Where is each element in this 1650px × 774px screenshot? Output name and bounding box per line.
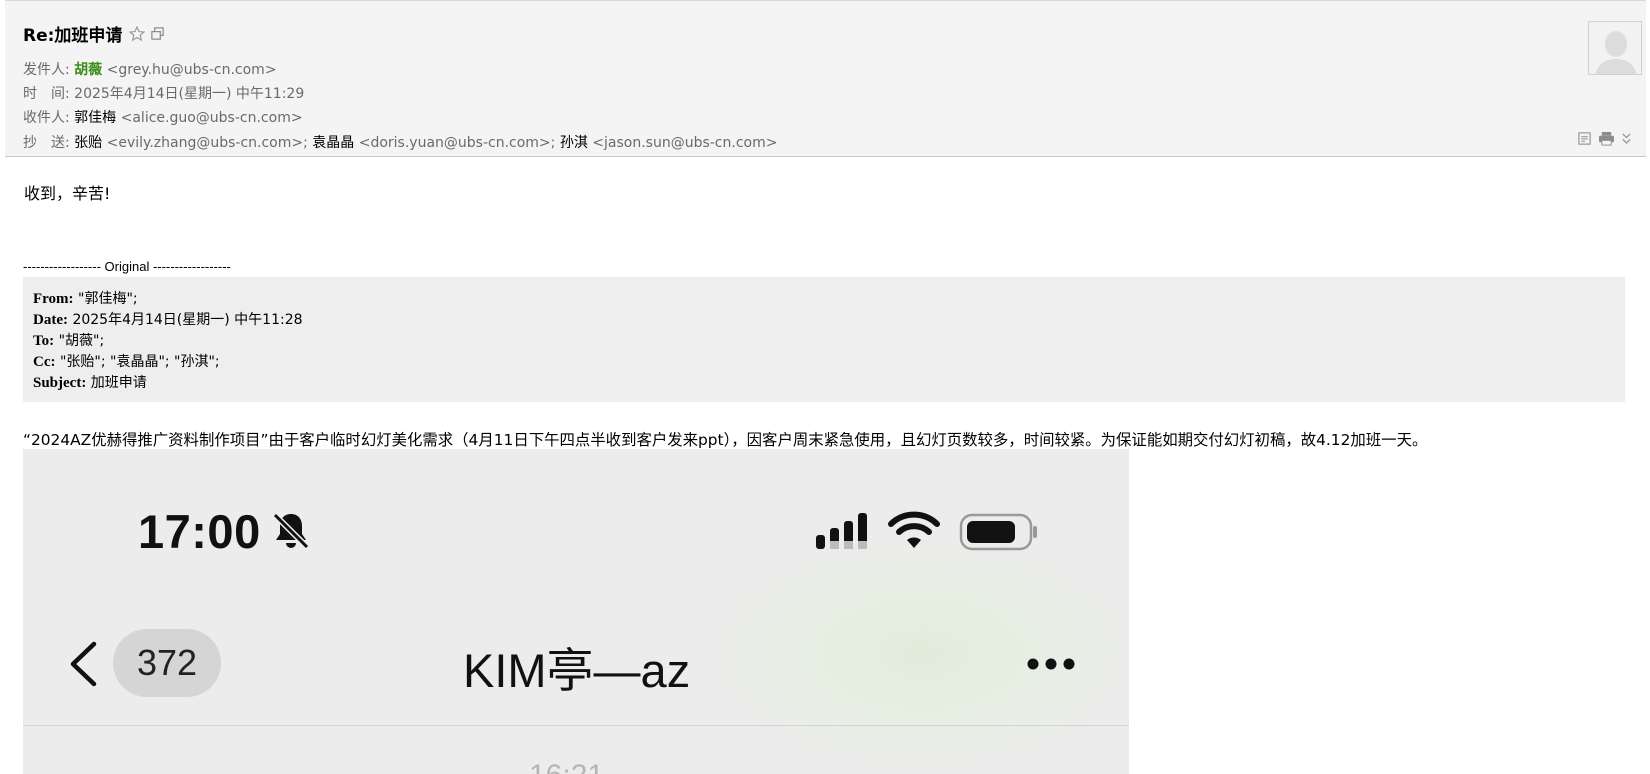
from-row: 发件人: 胡薇 <grey.hu@ubs-cn.com>: [23, 59, 277, 79]
header-tools: [1577, 131, 1632, 146]
expand-icon[interactable]: [1621, 131, 1632, 146]
reply-greeting: 收到，辛苦!: [24, 184, 111, 203]
cc-label: 抄 送:: [23, 135, 70, 151]
from-name[interactable]: 胡薇: [74, 62, 102, 78]
from-address[interactable]: <grey.hu@ubs-cn.com>: [107, 62, 277, 78]
battery-icon: [959, 513, 1039, 555]
message-paragraph: “2024AZ优赫得推广资料制作项目”由于客户临时幻灯美化需求（4月11日下午四…: [23, 431, 1428, 449]
message-timestamp: 16:21: [529, 759, 604, 774]
new-window-icon[interactable]: [150, 26, 165, 41]
quote-date-line: Date: 2025年4月14日(星期一) 中午11:28: [33, 310, 1615, 331]
more-icon[interactable]: [1026, 656, 1076, 675]
cc-row: 抄 送: 张贻 <evily.zhang@ubs-cn.com>; 袁晶晶 <d…: [23, 132, 777, 152]
quote-to-value: "胡薇";: [58, 333, 105, 349]
view-icon[interactable]: [1577, 131, 1592, 146]
background-glow: [713, 539, 1129, 769]
quote-date-value: 2025年4月14日(星期一) 中午11:28: [72, 312, 303, 328]
cc-name-1[interactable]: 张贻: [74, 135, 102, 151]
print-icon[interactable]: [1598, 131, 1615, 146]
unread-count-badge[interactable]: 372: [113, 629, 221, 697]
quote-cc-line: Cc: "张贻"; "袁晶晶"; "孙淇";: [33, 352, 1615, 373]
cc-name-2[interactable]: 袁晶晶: [312, 135, 354, 151]
quote-from-line: From: "郭佳梅";: [33, 289, 1615, 310]
phone-status-time: 17:00: [138, 505, 261, 558]
mail-header: Re:加班申请 发件人: 胡薇 <grey.hu@ubs-cn.com> 时 间…: [5, 0, 1646, 157]
quote-cc-label: Cc:: [33, 354, 56, 370]
from-label: 发件人:: [23, 62, 70, 78]
time-row: 时 间: 2025年4月14日(星期一) 中午11:29: [23, 83, 304, 103]
quote-subject-value: 加班申请: [90, 375, 147, 391]
to-label: 收件人:: [23, 110, 70, 126]
time-label: 时 间:: [23, 86, 70, 102]
quoted-header: From: "郭佳梅"; Date: 2025年4月14日(星期一) 中午11:…: [23, 277, 1625, 402]
subject-line: Re:加班申请: [23, 21, 165, 46]
cc-address-1[interactable]: <evily.zhang@ubs-cn.com>;: [107, 135, 308, 151]
bell-off-icon: [271, 510, 311, 556]
to-address[interactable]: <alice.guo@ubs-cn.com>: [121, 110, 303, 126]
star-icon[interactable]: [128, 25, 146, 43]
avatar[interactable]: [1588, 21, 1642, 75]
attached-phone-screenshot[interactable]: 17:00 372 KIM亭—az: [23, 449, 1129, 774]
chat-title: KIM亭—az: [463, 644, 691, 697]
quote-from-label: From:: [33, 291, 74, 307]
to-row: 收件人: 郭佳梅 <alice.guo@ubs-cn.com>: [23, 107, 303, 127]
back-chevron-icon[interactable]: [68, 641, 98, 691]
quote-cc-value: "张贻"; "袁晶晶"; "孙淇";: [59, 354, 220, 370]
wifi-icon: [888, 511, 940, 555]
nav-divider: [23, 725, 1129, 726]
original-separator: ------------------ Original ------------…: [23, 259, 231, 274]
cc-name-3[interactable]: 孙淇: [560, 135, 588, 151]
quote-to-label: To:: [33, 333, 55, 349]
time-value: 2025年4月14日(星期一) 中午11:29: [74, 86, 305, 102]
quote-from-value: "郭佳梅";: [78, 291, 138, 307]
quote-subject-line: Subject: 加班申请: [33, 373, 1615, 394]
cc-address-2[interactable]: <doris.yuan@ubs-cn.com>;: [359, 135, 556, 151]
quote-to-line: To: "胡薇";: [33, 331, 1615, 352]
quote-subject-label: Subject:: [33, 375, 87, 391]
to-name[interactable]: 郭佳梅: [74, 110, 116, 126]
signal-icon: [816, 511, 874, 555]
cc-address-3[interactable]: <jason.sun@ubs-cn.com>: [592, 135, 777, 151]
quote-date-label: Date:: [33, 312, 68, 328]
mail-subject: Re:加班申请: [23, 26, 123, 46]
